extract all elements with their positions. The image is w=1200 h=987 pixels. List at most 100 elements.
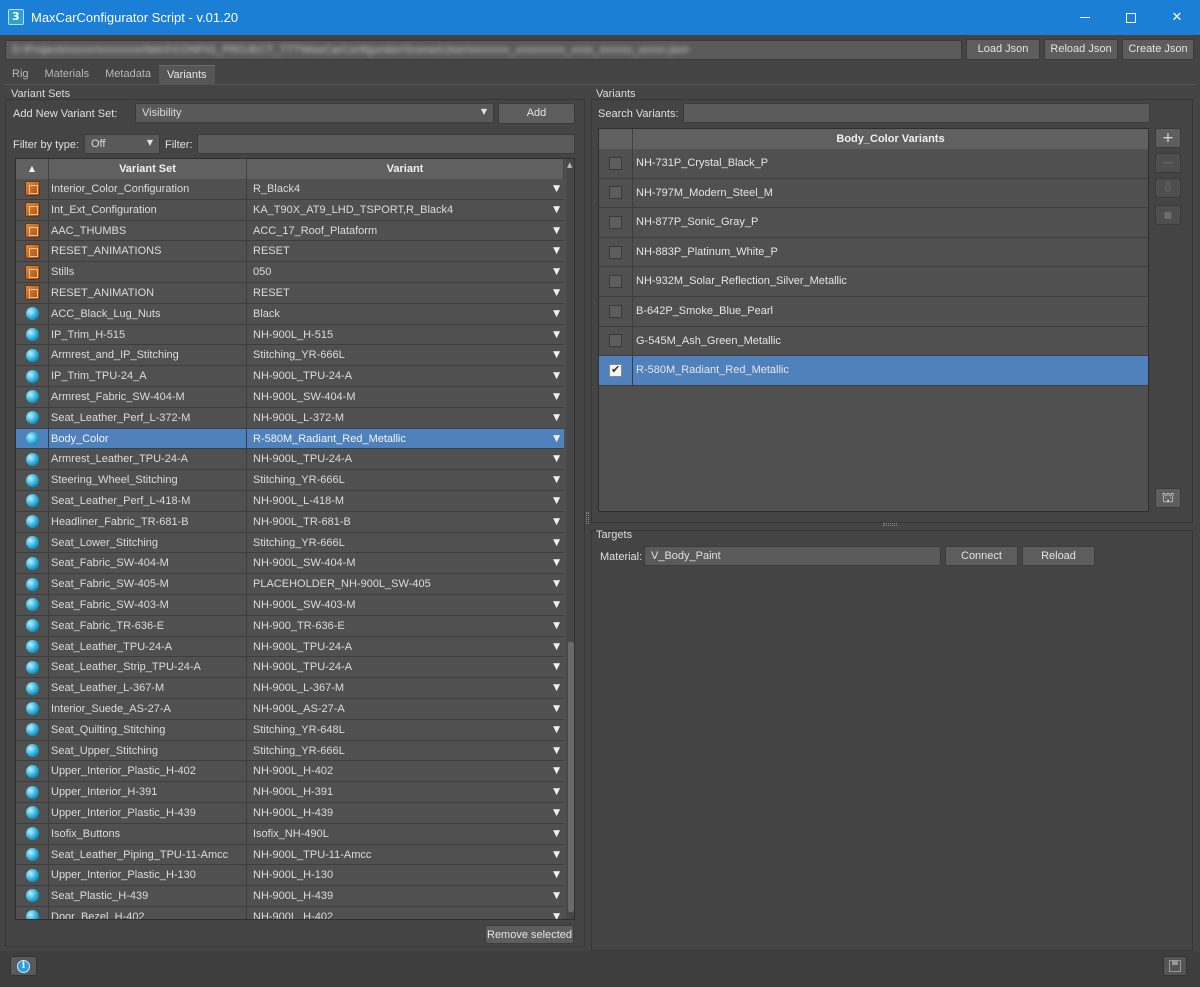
- variant-set-cell[interactable]: Seat_Leather_Piping_TPU-11-Amcc: [49, 844, 247, 865]
- dropdown-arrow-icon[interactable]: ▼: [553, 574, 560, 594]
- dropdown-arrow-icon[interactable]: ▼: [553, 907, 560, 919]
- variant-cell[interactable]: Stitching_YR-648L ▼: [247, 720, 564, 740]
- table-row[interactable]: Body_Color R-580M_Radiant_Red_Metallic ▼: [16, 428, 564, 450]
- variant-set-cell[interactable]: Seat_Lower_Stitching: [49, 532, 247, 553]
- filter-type-combo[interactable]: Off ▼: [84, 134, 160, 154]
- material-field[interactable]: V_Body_Paint: [644, 546, 941, 566]
- variant-set-cell[interactable]: Seat_Fabric_SW-403-M: [49, 594, 247, 615]
- variant-cell[interactable]: R-580M_Radiant_Red_Metallic ▼: [247, 429, 564, 449]
- table-row[interactable]: Seat_Quilting_Stitching Stitching_YR-648L…: [16, 719, 564, 741]
- variant-cell[interactable]: NH-900L_SW-404-M ▼: [247, 387, 564, 407]
- dropdown-arrow-icon[interactable]: ▼: [553, 741, 560, 761]
- table-row[interactable]: RESET_ANIMATIONS RESET ▼: [16, 241, 564, 263]
- variant-cell[interactable]: NH-900L_H-515 ▼: [247, 325, 564, 345]
- dropdown-arrow-icon[interactable]: ▼: [553, 387, 560, 407]
- save-button[interactable]: [1163, 956, 1187, 976]
- table-row[interactable]: Seat_Lower_Stitching Stitching_YR-666L ▼: [16, 532, 564, 554]
- variant-set-cell[interactable]: RESET_ANIMATIONS: [49, 241, 247, 262]
- add-variant-button[interactable]: +: [1155, 128, 1181, 148]
- list-item[interactable]: NH-877P_Sonic_Gray_P: [599, 208, 1148, 238]
- table-row[interactable]: Seat_Leather_L-367-M NH-900L_L-367-M ▼: [16, 678, 564, 699]
- table-row[interactable]: Upper_Interior_Plastic_H-439 NH-900L_H-43…: [16, 802, 564, 824]
- list-item[interactable]: R-580M_Radiant_Red_Metallic: [599, 356, 1148, 386]
- variant-set-cell[interactable]: Seat_Fabric_TR-636-E: [49, 615, 247, 636]
- dropdown-arrow-icon[interactable]: ▼: [553, 720, 560, 740]
- variant-checkbox[interactable]: [609, 186, 622, 200]
- variant-cell[interactable]: NH-900L_TPU-24-A ▼: [247, 657, 564, 677]
- table-row[interactable]: Interior_Suede_AS-27-A NH-900L_AS-27-A ▼: [16, 698, 564, 720]
- variant-set-cell[interactable]: Stills: [49, 262, 247, 282]
- variant-label[interactable]: G-545M_Ash_Green_Metallic: [633, 327, 1148, 356]
- dropdown-arrow-icon[interactable]: ▼: [553, 886, 560, 906]
- variant-cell[interactable]: NH-900L_TR-681-B ▼: [247, 512, 564, 532]
- table-row[interactable]: Seat_Leather_Perf_L-372-M NH-900L_L-372-M…: [16, 407, 564, 429]
- variant-cell[interactable]: NH-900L_L-418-M ▼: [247, 491, 564, 511]
- variant-set-cell[interactable]: Isofix_Buttons: [49, 823, 247, 844]
- vertical-splitter-handle[interactable]: [586, 512, 589, 524]
- variant-checkbox[interactable]: [609, 275, 622, 289]
- variant-set-cell[interactable]: IP_Trim_TPU-24_A: [49, 366, 247, 386]
- variant-set-cell[interactable]: Seat_Leather_Perf_L-372-M: [49, 407, 247, 428]
- table-row[interactable]: Upper_Interior_Plastic_H-402 NH-900L_H-40…: [16, 761, 564, 783]
- maximize-button[interactable]: [1108, 0, 1154, 35]
- table-row[interactable]: Seat_Fabric_SW-405-M PLACEHOLDER_NH-900L_…: [16, 574, 564, 595]
- dropdown-arrow-icon[interactable]: ▼: [553, 782, 560, 802]
- table-row[interactable]: Seat_Fabric_SW-403-M NH-900L_SW-403-M ▼: [16, 594, 564, 616]
- minimize-button[interactable]: [1062, 0, 1108, 35]
- remove-variant-button[interactable]: −: [1155, 153, 1181, 173]
- variant-tool-button[interactable]: ⛫: [1155, 488, 1181, 508]
- dropdown-arrow-icon[interactable]: ▼: [553, 824, 560, 844]
- scroll-up-arrow-icon[interactable]: ▲: [567, 161, 572, 169]
- table-row[interactable]: Armrest_and_IP_Stitching Stitching_YR-666…: [16, 345, 564, 367]
- variant-set-cell[interactable]: Int_Ext_Configuration: [49, 199, 247, 220]
- variant-cell[interactable]: PLACEHOLDER_NH-900L_SW-405 ▼: [247, 574, 564, 594]
- variant-set-cell[interactable]: Door_Bezel_H-402: [49, 906, 247, 919]
- list-item[interactable]: NH-932M_Solar_Reflection_Silver_Metallic: [599, 267, 1148, 297]
- variant-cell[interactable]: ACC_17_Roof_Plataform ▼: [247, 221, 564, 241]
- variant-cell[interactable]: NH-900L_SW-404-M ▼: [247, 553, 564, 573]
- variant-cell[interactable]: NH-900L_AS-27-A ▼: [247, 699, 564, 719]
- variant-cell[interactable]: Black ▼: [247, 304, 564, 324]
- variant-cell[interactable]: Stitching_YR-666L ▼: [247, 470, 564, 490]
- variant-set-cell[interactable]: Seat_Upper_Stitching: [49, 740, 247, 761]
- dropdown-arrow-icon[interactable]: ▼: [553, 803, 560, 823]
- dropdown-arrow-icon[interactable]: ▼: [553, 699, 560, 719]
- table-row[interactable]: Int_Ext_Configuration KA_T90X_AT9_LHD_TSP…: [16, 199, 564, 221]
- dropdown-arrow-icon[interactable]: ▼: [553, 283, 560, 303]
- table-row[interactable]: Upper_Interior_H-391 NH-900L_H-391 ▼: [16, 782, 564, 803]
- table-row[interactable]: IP_Trim_TPU-24_A NH-900L_TPU-24-A ▼: [16, 366, 564, 387]
- table-row[interactable]: Seat_Fabric_SW-404-M NH-900L_SW-404-M ▼: [16, 553, 564, 575]
- list-item[interactable]: NH-797M_Modern_Steel_M: [599, 178, 1148, 209]
- variant-label[interactable]: NH-877P_Sonic_Gray_P: [633, 208, 1148, 237]
- variant-label[interactable]: NH-797M_Modern_Steel_M: [633, 179, 1148, 208]
- variant-set-cell[interactable]: Upper_Interior_Plastic_H-130: [49, 865, 247, 886]
- tab-metadata[interactable]: Metadata: [97, 65, 159, 84]
- table-row[interactable]: Upper_Interior_Plastic_H-130 NH-900L_H-13…: [16, 865, 564, 887]
- table-row[interactable]: Headliner_Fabric_TR-681-B NH-900L_TR-681-…: [16, 511, 564, 533]
- variant-label[interactable]: NH-731P_Crystal_Black_P: [633, 149, 1148, 178]
- dropdown-arrow-icon[interactable]: ▼: [553, 761, 560, 781]
- variant-cell[interactable]: NH-900L_H-439 ▼: [247, 886, 564, 906]
- dropdown-arrow-icon[interactable]: ▼: [553, 200, 560, 220]
- variant-cell[interactable]: NH-900L_H-130 ▼: [247, 865, 564, 885]
- variant-set-cell[interactable]: Body_Color: [49, 428, 247, 449]
- variant-set-cell[interactable]: AAC_THUMBS: [49, 220, 247, 241]
- table-row[interactable]: Seat_Leather_Piping_TPU-11-Amcc NH-900L_T…: [16, 844, 564, 866]
- variant-cell[interactable]: RESET ▼: [247, 241, 564, 261]
- variant-set-cell[interactable]: Seat_Leather_Strip_TPU-24-A: [49, 657, 247, 678]
- variant-set-cell[interactable]: Armrest_Fabric_SW-404-M: [49, 386, 247, 407]
- dropdown-arrow-icon[interactable]: ▼: [553, 553, 560, 573]
- variant-checkbox[interactable]: [609, 215, 622, 229]
- table-row[interactable]: AAC_THUMBS ACC_17_Roof_Plataform ▼: [16, 220, 564, 242]
- table-row[interactable]: Isofix_Buttons Isofix_NH-490L ▼: [16, 823, 564, 845]
- variant-sets-scrollbar[interactable]: ▲: [566, 159, 574, 919]
- column-header-variant[interactable]: Variant: [247, 159, 564, 179]
- variant-cell[interactable]: NH-900L_L-367-M ▼: [247, 678, 564, 698]
- connect-button[interactable]: Connect: [945, 546, 1018, 566]
- table-row[interactable]: Steering_Wheel_Stitching Stitching_YR-666…: [16, 470, 564, 491]
- dropdown-arrow-icon[interactable]: ▼: [553, 845, 560, 865]
- variant-set-cell[interactable]: Seat_Leather_L-367-M: [49, 678, 247, 698]
- variant-set-cell[interactable]: RESET_ANIMATION: [49, 282, 247, 303]
- dropdown-arrow-icon[interactable]: ▼: [553, 241, 560, 261]
- variant-label[interactable]: R-580M_Radiant_Red_Metallic: [633, 356, 1148, 385]
